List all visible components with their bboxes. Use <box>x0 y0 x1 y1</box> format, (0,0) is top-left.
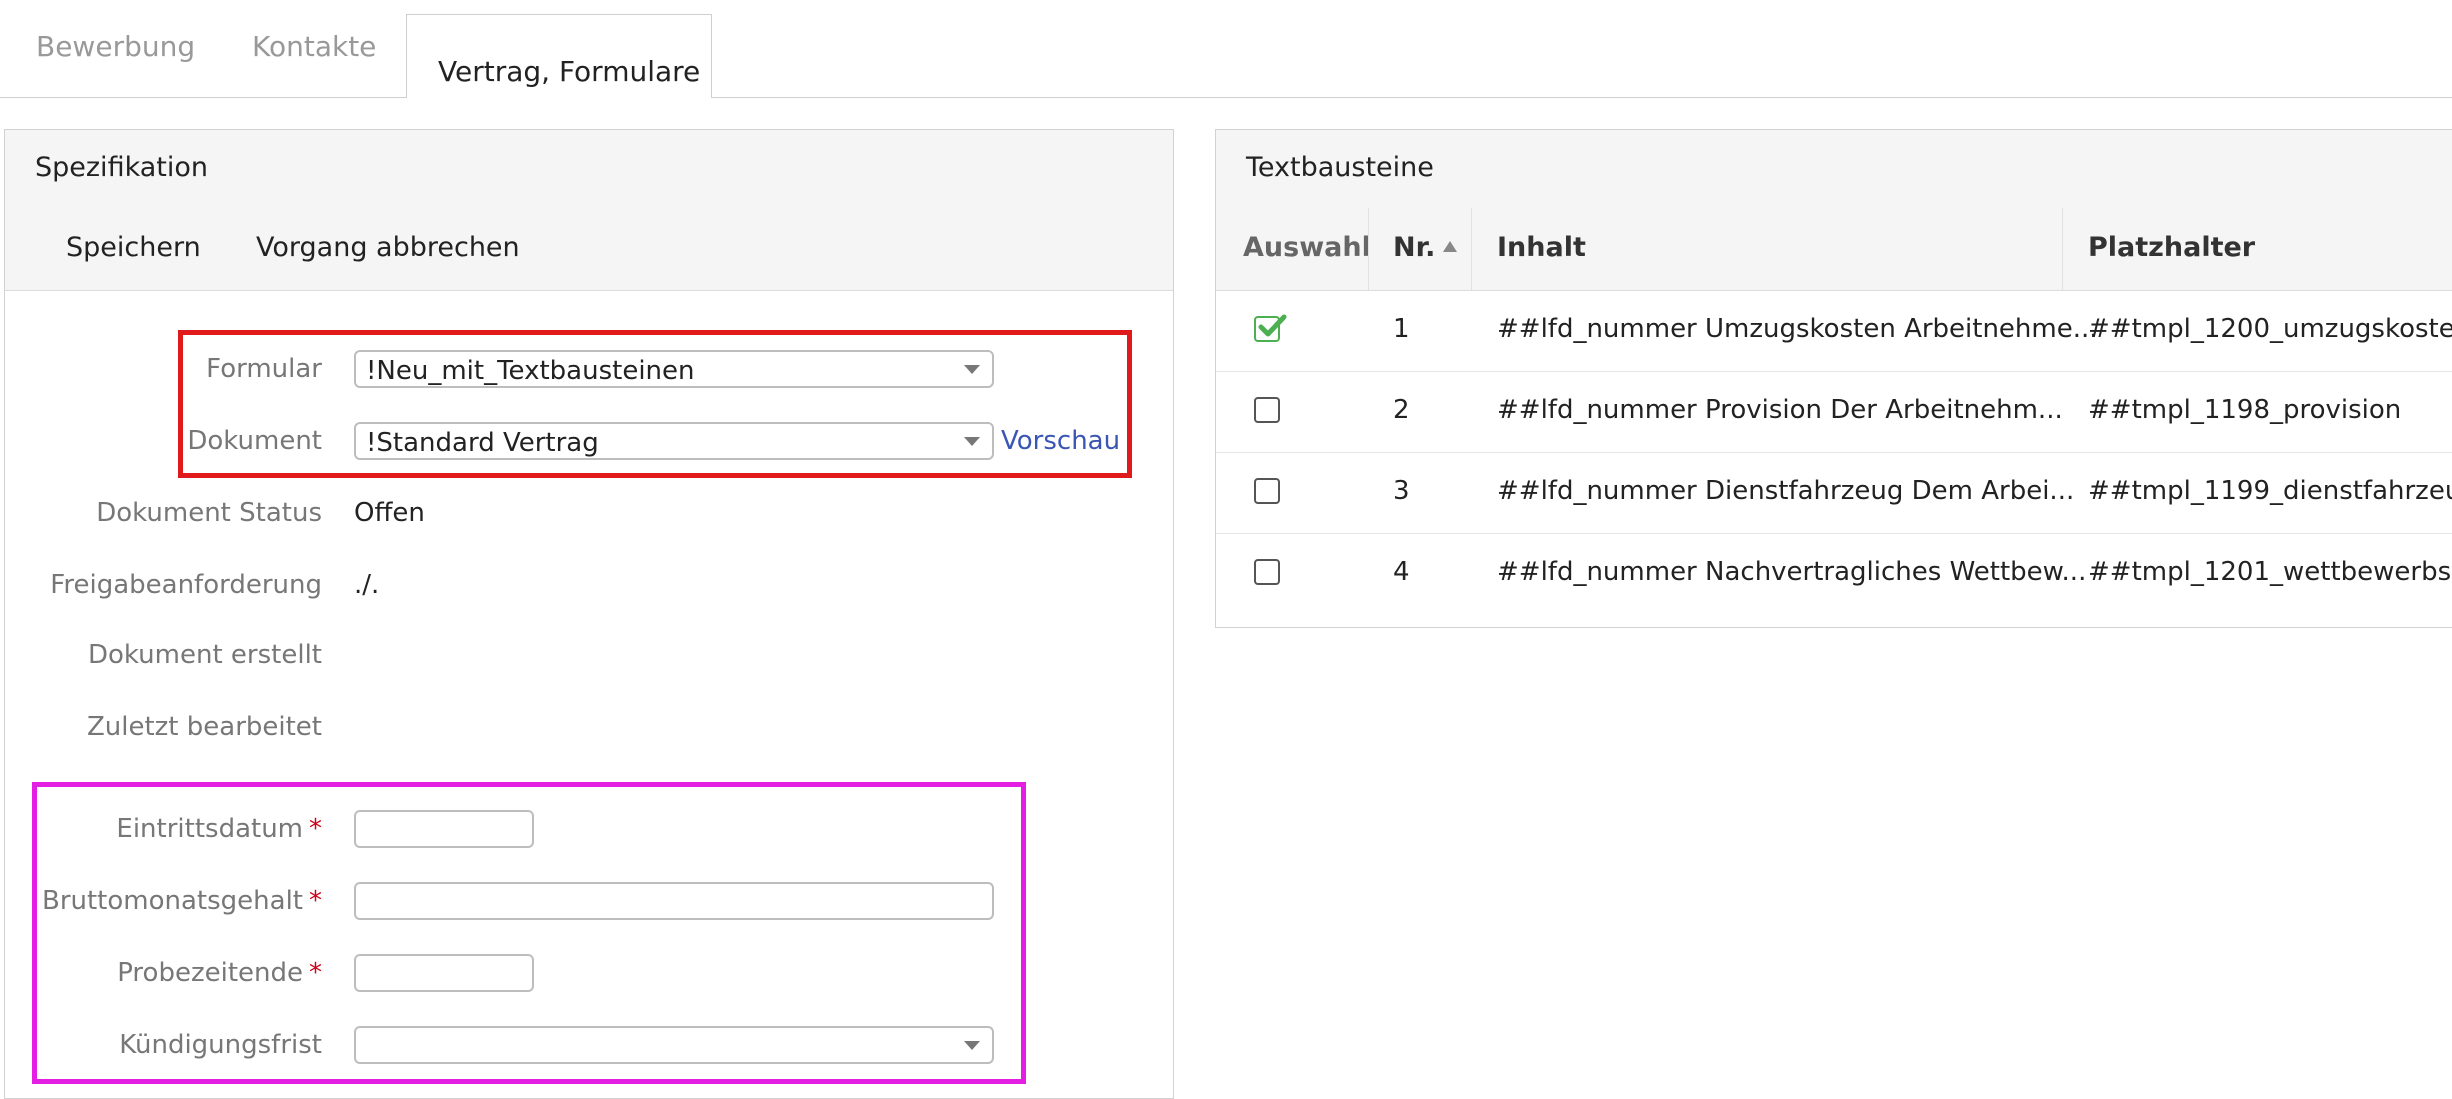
highlight-box-magenta <box>32 782 1026 1084</box>
textbausteine-header: Textbausteine <box>1216 130 2452 209</box>
column-divider <box>1368 208 1369 290</box>
row-platzhalter: ##tmpl_1201_wettbewerbsver <box>2088 557 2452 587</box>
spezifikation-title: Spezifikation <box>35 152 208 183</box>
column-header-nr[interactable]: Nr. <box>1393 232 1458 263</box>
row-nr: 4 <box>1393 557 1410 587</box>
freigabeanforderung-value: ./. <box>354 570 380 600</box>
table-row[interactable]: 2 ##lfd_nummer Provision Der Arbeitnehm.… <box>1216 371 2452 453</box>
row-platzhalter: ##tmpl_1200_umzugskosten <box>2088 314 2452 344</box>
textbausteine-panel: Textbausteine Auswahl Nr. Inhalt Platzha… <box>1215 129 2452 628</box>
row-nr: 1 <box>1393 314 1410 344</box>
column-header-nr-label: Nr. <box>1393 232 1436 263</box>
row-select-checkbox[interactable] <box>1254 397 1280 423</box>
sort-ascending-icon <box>1443 241 1458 252</box>
zuletzt-bearbeitet-label: Zuletzt bearbeitet <box>86 712 322 742</box>
column-divider <box>2062 208 2063 290</box>
row-inhalt-link[interactable]: ##lfd_nummer Provision Der Arbeitnehm... <box>1497 395 2063 425</box>
cancel-process-button[interactable]: Vorgang abbrechen <box>256 232 520 263</box>
tab-kontakte[interactable]: Kontakte <box>252 30 376 63</box>
tab-vertrag-formulare[interactable]: Vertrag, Formulare <box>406 14 712 98</box>
row-nr: 3 <box>1393 476 1410 506</box>
row-select-checkbox[interactable] <box>1254 559 1280 585</box>
spezifikation-toolbar: Speichern Vorgang abbrechen <box>5 208 1173 291</box>
dokument-erstellt-label: Dokument erstellt <box>88 640 322 670</box>
textbausteine-grid-header: Auswahl Nr. Inhalt Platzhalter <box>1216 208 2452 291</box>
spezifikation-header: Spezifikation <box>5 130 1173 209</box>
row-inhalt-link[interactable]: ##lfd_nummer Dienstfahrzeug Dem Arbei... <box>1497 476 2074 506</box>
dokument-status-value: Offen <box>354 498 425 528</box>
row-platzhalter: ##tmpl_1198_provision <box>2088 395 2402 425</box>
save-button[interactable]: Speichern <box>66 232 201 263</box>
column-header-auswahl[interactable]: Auswahl <box>1243 232 1371 263</box>
row-select-checkbox[interactable] <box>1254 478 1280 504</box>
column-header-platzhalter[interactable]: Platzhalter <box>2088 232 2255 263</box>
textbausteine-title: Textbausteine <box>1246 152 1434 183</box>
table-row[interactable]: 1 ##lfd_nummer Umzugskosten Arbeitnehme.… <box>1216 290 2452 372</box>
tab-bewerbung[interactable]: Bewerbung <box>36 30 195 63</box>
highlight-box-red <box>178 330 1132 478</box>
row-nr: 2 <box>1393 395 1410 425</box>
table-row[interactable]: 3 ##lfd_nummer Dienstfahrzeug Dem Arbei.… <box>1216 452 2452 534</box>
tabs-divider <box>0 97 2452 98</box>
tab-vertrag-formulare-label: Vertrag, Formulare <box>438 55 701 88</box>
column-header-inhalt[interactable]: Inhalt <box>1497 232 1586 263</box>
column-divider <box>1471 208 1472 290</box>
freigabeanforderung-label: Freigabeanforderung <box>50 570 322 600</box>
row-select-checkbox[interactable] <box>1254 314 1287 342</box>
dokument-status-label: Dokument Status <box>96 498 322 528</box>
check-icon <box>1258 314 1287 337</box>
row-inhalt-link[interactable]: ##lfd_nummer Umzugskosten Arbeitnehme... <box>1497 314 2098 344</box>
row-platzhalter: ##tmpl_1199_dienstfahrzeug_ <box>2088 476 2452 506</box>
table-row[interactable]: 4 ##lfd_nummer Nachvertragliches Wettbew… <box>1216 533 2452 614</box>
row-inhalt-link[interactable]: ##lfd_nummer Nachvertragliches Wettbew..… <box>1497 557 2086 587</box>
